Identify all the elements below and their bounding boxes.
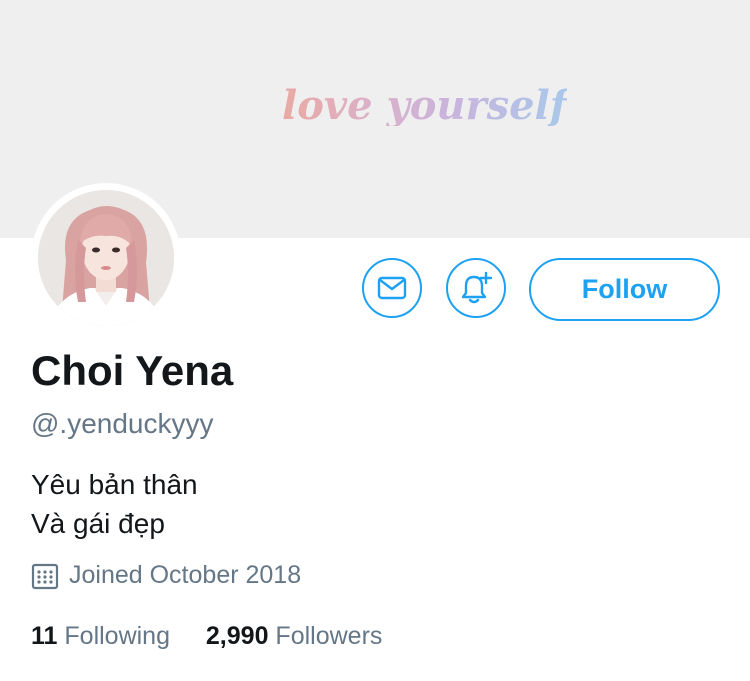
avatar-photo — [38, 190, 174, 326]
profile-stats: 11 Following 2,990 Followers — [31, 622, 382, 651]
followers-label: Followers — [275, 622, 383, 650]
bio-line: Yêu bản thân — [31, 469, 198, 500]
following-count: 11 — [31, 622, 58, 650]
profile-bio: Yêu bản thân Và gái đẹp — [31, 465, 198, 543]
follow-button[interactable]: Follow — [529, 258, 720, 321]
joined-label: Joined October 2018 — [69, 561, 302, 589]
banner-text: love yourself — [282, 82, 567, 129]
followers-link[interactable]: 2,990 Followers — [199, 622, 383, 650]
notifications-button[interactable] — [446, 258, 506, 318]
profile-name: Choi Yena — [31, 347, 234, 394]
bio-line: Và gái đẹp — [31, 508, 165, 539]
profile-handle: @.yenduckyyy — [31, 408, 214, 439]
avatar[interactable] — [38, 190, 174, 326]
bell-plus-icon — [459, 271, 493, 305]
message-button[interactable] — [362, 258, 422, 318]
followers-count: 2,990 — [205, 622, 269, 650]
following-link[interactable]: 11 Following — [31, 622, 177, 650]
following-label: Following — [64, 622, 170, 650]
joined-date: Joined October 2018 — [31, 561, 301, 590]
envelope-icon — [377, 276, 407, 300]
calendar-icon — [31, 562, 59, 590]
